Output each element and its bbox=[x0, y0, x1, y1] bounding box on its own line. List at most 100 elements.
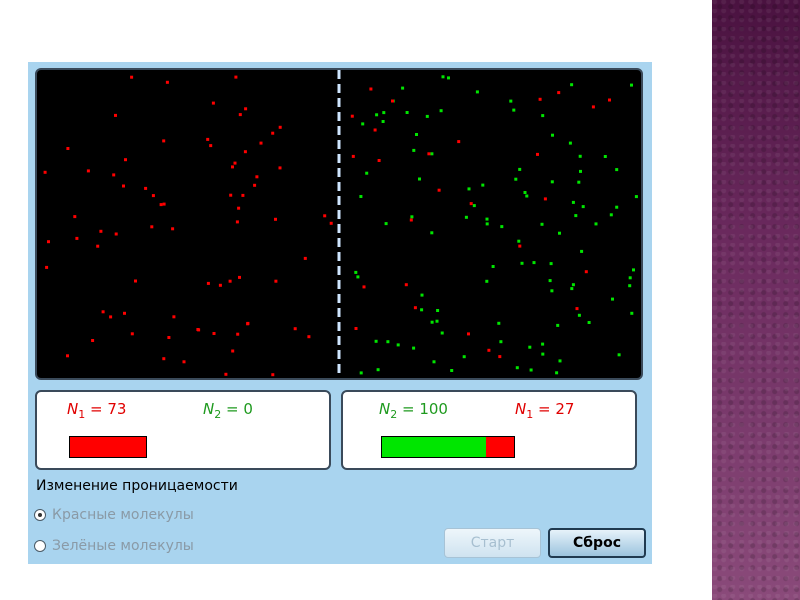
green-molecule bbox=[450, 369, 454, 372]
green-molecule bbox=[630, 83, 633, 87]
right-counter-panel: N2 = 100 N1 = 27 bbox=[341, 390, 637, 470]
green-molecule bbox=[485, 279, 489, 283]
green-molecule bbox=[509, 99, 513, 103]
red-molecule bbox=[167, 336, 171, 339]
green-molecule bbox=[500, 225, 504, 229]
red-molecule bbox=[209, 144, 213, 148]
red-molecule bbox=[231, 165, 234, 169]
green-molecule bbox=[550, 289, 554, 293]
green-molecule bbox=[365, 171, 369, 175]
red-molecule bbox=[130, 332, 134, 336]
red-molecule bbox=[112, 173, 116, 177]
green-molecule bbox=[415, 133, 418, 136]
red-molecule bbox=[99, 229, 103, 233]
right-n2-label: N2 = 100 bbox=[379, 400, 448, 421]
green-molecule bbox=[529, 368, 533, 372]
reset-button[interactable]: Сброс bbox=[548, 528, 646, 558]
red-molecule bbox=[253, 183, 257, 187]
radio-green-indicator[interactable] bbox=[34, 540, 46, 552]
green-molecule bbox=[615, 168, 619, 172]
red-molecule bbox=[278, 166, 282, 170]
red-molecule bbox=[162, 139, 166, 143]
red-molecule bbox=[575, 307, 579, 311]
red-molecule bbox=[238, 113, 242, 117]
red-molecule bbox=[134, 279, 137, 283]
red-molecule bbox=[75, 236, 79, 240]
red-molecule bbox=[237, 206, 241, 210]
red-molecule bbox=[182, 360, 186, 364]
red-molecule bbox=[323, 214, 327, 218]
red-molecule bbox=[274, 279, 278, 283]
green-molecule bbox=[436, 309, 440, 312]
red-molecule bbox=[457, 140, 461, 144]
green-molecule bbox=[412, 148, 416, 152]
green-molecule bbox=[571, 283, 575, 287]
red-molecule bbox=[124, 158, 127, 162]
green-molecule bbox=[580, 249, 584, 253]
red-molecule bbox=[409, 218, 413, 222]
red-molecule bbox=[538, 97, 542, 101]
green-molecule bbox=[440, 331, 444, 335]
green-molecule bbox=[628, 284, 632, 288]
red-molecule bbox=[86, 169, 90, 173]
green-molecule bbox=[568, 141, 572, 145]
green-molecule bbox=[396, 343, 400, 347]
green-molecule bbox=[577, 313, 581, 317]
green-molecule bbox=[555, 371, 559, 375]
green-molecule bbox=[532, 261, 536, 265]
red-molecule bbox=[278, 125, 282, 129]
green-molecule bbox=[611, 297, 614, 301]
green-molecule bbox=[447, 76, 450, 80]
green-molecule bbox=[632, 268, 635, 272]
red-molecule bbox=[362, 285, 366, 289]
green-molecule bbox=[418, 177, 421, 181]
green-molecule bbox=[550, 180, 554, 184]
red-molecule bbox=[91, 339, 95, 342]
green-molecule bbox=[464, 215, 468, 219]
red-molecule bbox=[206, 281, 210, 285]
green-molecule bbox=[381, 120, 385, 123]
green-molecule bbox=[617, 353, 621, 357]
green-molecule bbox=[491, 265, 495, 268]
green-molecule bbox=[430, 152, 434, 156]
green-molecule bbox=[412, 346, 416, 350]
green-molecule bbox=[541, 114, 545, 118]
green-molecule bbox=[587, 321, 591, 324]
red-molecule bbox=[427, 152, 431, 156]
red-molecule bbox=[96, 244, 100, 248]
red-molecule bbox=[66, 147, 70, 150]
green-molecule bbox=[579, 169, 582, 173]
red-molecule bbox=[244, 107, 248, 111]
red-molecule bbox=[404, 283, 408, 287]
green-molecule bbox=[481, 183, 485, 187]
red-molecule bbox=[233, 161, 237, 165]
red-molecule bbox=[487, 348, 491, 352]
start-button[interactable]: Старт bbox=[444, 528, 541, 558]
red-molecule bbox=[354, 327, 358, 330]
red-molecule bbox=[303, 256, 307, 260]
green-molecule bbox=[374, 339, 378, 343]
green-molecule bbox=[628, 276, 632, 280]
left-counter-panel: N1 = 73 N2 = 0 bbox=[35, 390, 331, 470]
green-molecule bbox=[515, 366, 519, 370]
green-molecule bbox=[425, 114, 429, 118]
red-molecule bbox=[165, 80, 169, 84]
green-molecule bbox=[523, 191, 527, 194]
green-molecule bbox=[382, 111, 386, 115]
green-molecule bbox=[634, 195, 638, 199]
green-molecule bbox=[467, 187, 471, 191]
green-molecule bbox=[541, 352, 545, 356]
red-molecule bbox=[608, 98, 611, 102]
radio-red-molecules[interactable]: Красные молекулы bbox=[34, 507, 194, 523]
green-molecule bbox=[525, 194, 529, 198]
green-molecule bbox=[376, 368, 380, 372]
red-molecule bbox=[235, 220, 239, 224]
green-molecule bbox=[615, 205, 619, 209]
green-molecule bbox=[512, 108, 516, 112]
red-molecule bbox=[122, 184, 125, 188]
red-molecule bbox=[212, 332, 216, 335]
red-molecule bbox=[391, 99, 394, 103]
radio-green-molecules[interactable]: Зелёные молекулы bbox=[34, 538, 194, 554]
green-molecule bbox=[603, 155, 607, 158]
radio-red-indicator[interactable] bbox=[34, 509, 46, 521]
